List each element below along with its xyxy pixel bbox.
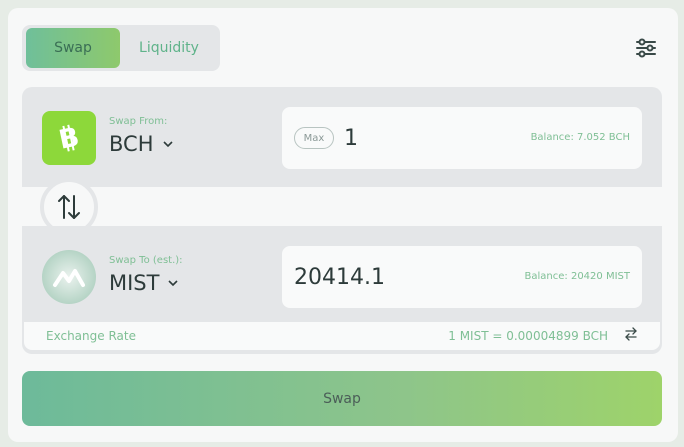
tab-liquidity[interactable]: Liquidity — [124, 28, 214, 68]
mist-token-icon — [42, 250, 96, 304]
swap-submit-button[interactable]: Swap — [22, 371, 662, 426]
tab-bar: Swap Liquidity — [22, 25, 220, 71]
invert-rate-icon[interactable] — [624, 327, 638, 344]
to-amount-input[interactable] — [294, 260, 494, 294]
to-amount-box: Balance: 20420 MIST — [282, 246, 642, 308]
swap-arrows-icon — [58, 195, 80, 219]
exchange-rate-row: Exchange Rate 1 MIST = 0.00004899 BCH — [24, 322, 660, 350]
from-amount-input[interactable] — [344, 121, 494, 155]
bch-token-icon: B — [42, 111, 96, 165]
settings-sliders-icon[interactable] — [632, 34, 660, 62]
swap-from-label: Swap From: — [109, 116, 168, 127]
exchange-rate-label: Exchange Rate — [46, 329, 136, 343]
swap-from-panel: B Swap From: BCH Max Balance: 7.052 BCH — [22, 87, 662, 187]
tab-swap[interactable]: Swap — [26, 28, 120, 68]
max-button[interactable]: Max — [294, 127, 334, 149]
to-balance: Balance: 20420 MIST — [524, 271, 630, 282]
from-token-name: BCH — [109, 132, 154, 156]
to-token-name: MIST — [109, 271, 160, 295]
swap-to-panel: Swap To (est.): MIST Balance: 20420 MIST… — [22, 226, 662, 354]
from-balance: Balance: 7.052 BCH — [530, 132, 630, 143]
to-token-select[interactable]: MIST — [109, 271, 179, 295]
chevron-down-icon — [168, 280, 179, 287]
from-token-select[interactable]: BCH — [109, 132, 174, 156]
swap-to-label: Swap To (est.): — [109, 255, 183, 266]
exchange-rate-value: 1 MIST = 0.00004899 BCH — [448, 329, 608, 343]
chevron-down-icon — [162, 141, 173, 148]
from-amount-box: Max Balance: 7.052 BCH — [282, 107, 642, 169]
